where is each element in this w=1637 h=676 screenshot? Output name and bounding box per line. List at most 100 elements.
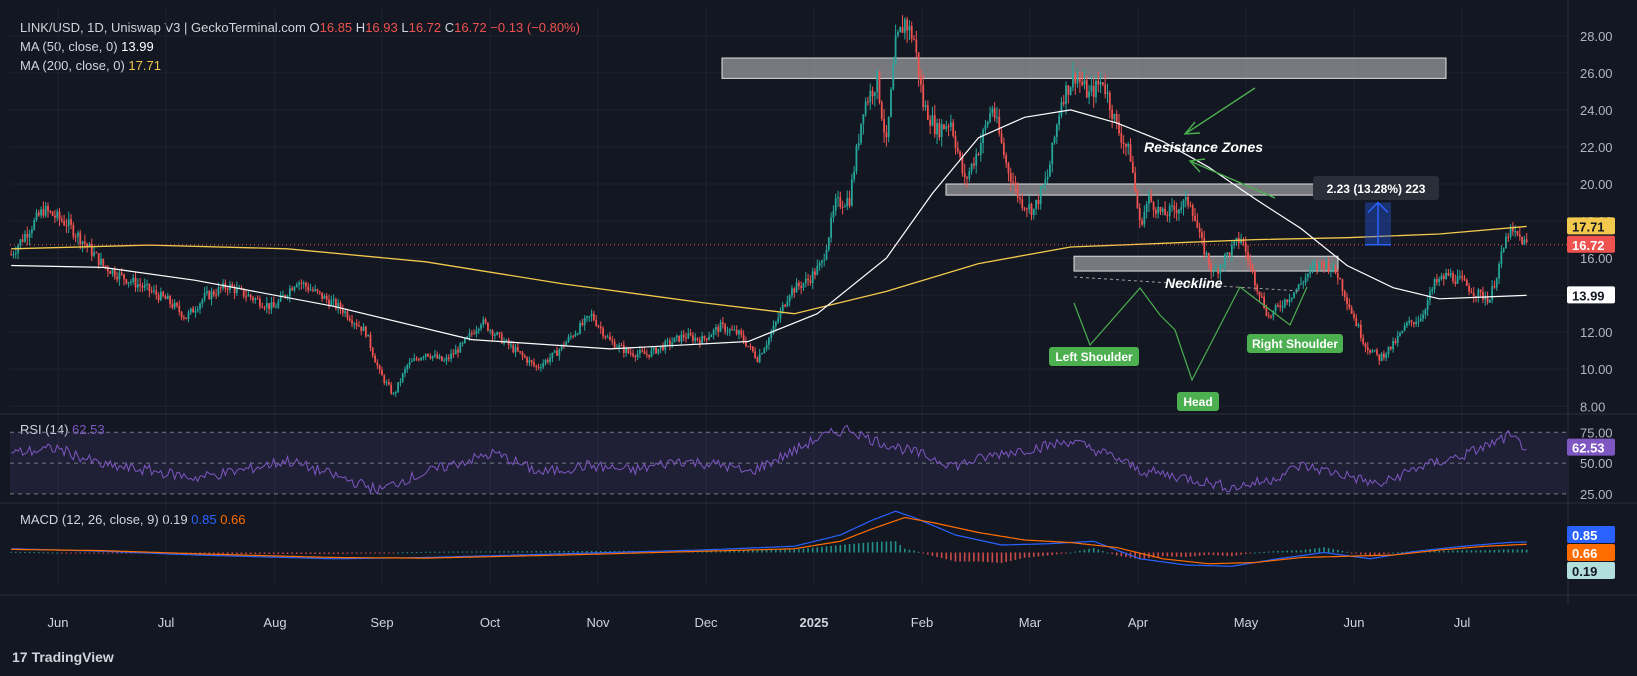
x-tick-label: May xyxy=(1234,615,1259,630)
candle-body xyxy=(920,76,922,85)
candle-body xyxy=(1279,305,1282,308)
candle-body xyxy=(210,291,213,300)
macd-histogram-bar xyxy=(1309,549,1311,553)
candle-body xyxy=(705,338,708,340)
candle-body xyxy=(954,135,957,148)
macd-histogram-bar xyxy=(107,552,109,554)
candle-body xyxy=(510,344,512,346)
ma50-line xyxy=(11,109,1527,350)
candle-body xyxy=(381,369,383,376)
macd-histogram-bar xyxy=(1456,550,1459,553)
resistance-arrowhead xyxy=(1183,121,1201,135)
candle-body xyxy=(567,336,570,342)
macd-histogram-bar xyxy=(503,551,505,553)
candle-body xyxy=(180,311,183,318)
candle-body xyxy=(203,293,206,300)
candle-body xyxy=(1468,285,1471,292)
candle-body xyxy=(1009,173,1012,182)
macd-histogram-bar xyxy=(784,549,786,553)
candle-body xyxy=(321,292,323,299)
candle-body xyxy=(756,357,759,362)
candle-body xyxy=(56,211,59,218)
candle-body xyxy=(150,290,153,292)
macd-histogram-bar xyxy=(1046,552,1049,556)
candle-body xyxy=(1311,266,1314,268)
x-tick-label: Jun xyxy=(1344,615,1365,630)
candle-body xyxy=(325,295,328,300)
candle-body xyxy=(1302,282,1305,284)
macd-histogram-bar xyxy=(438,551,441,553)
candle-body xyxy=(682,334,685,338)
macd-histogram-bar xyxy=(457,551,459,553)
candle-body xyxy=(1500,251,1503,265)
candle-body xyxy=(166,296,169,300)
candle-body xyxy=(477,328,480,331)
resistance-zones xyxy=(721,57,1447,272)
chart-canvas[interactable]: Neckline Left Shoulder Head Right Shoulder R… xyxy=(0,0,1637,676)
candle-body xyxy=(1247,251,1249,261)
candle-body xyxy=(1484,297,1487,300)
candle-body xyxy=(528,360,531,363)
macd-histogram-bar xyxy=(272,552,275,554)
candle-body xyxy=(1088,91,1090,98)
macd-histogram-bar xyxy=(74,552,77,554)
macd-histogram-bar xyxy=(461,551,464,553)
candle-body xyxy=(201,299,204,304)
candle-body xyxy=(109,271,112,274)
macd-histogram-bar xyxy=(1300,550,1302,553)
candle-body xyxy=(1039,187,1042,205)
candle-body xyxy=(546,359,549,362)
y-tick-label: 20.00 xyxy=(1580,177,1613,192)
macd-histogram-bar xyxy=(411,552,413,554)
candle-body xyxy=(758,353,761,362)
macd-histogram-bar xyxy=(254,552,257,554)
candle-body xyxy=(33,219,36,230)
candle-body xyxy=(1401,330,1404,333)
macd-histogram-bar xyxy=(940,552,943,559)
macd-histogram-bar xyxy=(484,551,487,553)
macd-histogram-bar xyxy=(245,552,247,554)
macd-histogram-bar xyxy=(328,552,330,554)
candle-body xyxy=(1505,236,1507,249)
candle-body xyxy=(1334,265,1337,274)
candle-body xyxy=(1196,220,1199,229)
macd-histogram-bar xyxy=(1171,552,1173,557)
candle-body xyxy=(823,259,826,261)
candle-body xyxy=(1339,278,1342,280)
macd-histogram-bar xyxy=(558,551,561,553)
candle-body xyxy=(1270,316,1272,318)
candle-body xyxy=(1408,320,1411,323)
candle-body xyxy=(1267,315,1270,317)
candle-body xyxy=(17,245,19,254)
macd-histogram-bar xyxy=(19,551,22,553)
macd-histogram-bar xyxy=(498,551,501,553)
candle-body xyxy=(215,294,218,296)
macd-histogram-bar xyxy=(572,551,574,553)
candle-body xyxy=(1452,273,1454,282)
candle-body xyxy=(627,348,630,353)
candle-body xyxy=(754,351,757,358)
candle-body xyxy=(1002,142,1005,156)
candle-body xyxy=(1316,264,1318,269)
tradingview-brand[interactable]: 17 TradingView xyxy=(12,649,114,665)
macd-histogram-bar xyxy=(88,552,91,554)
macd-histogram-bar xyxy=(1120,552,1123,557)
candle-body xyxy=(719,322,722,332)
macd-histogram-bar xyxy=(1470,550,1473,553)
candle-body xyxy=(256,298,259,300)
macd-histogram-bar xyxy=(931,552,934,556)
grid-lines xyxy=(0,0,1637,605)
candle-body xyxy=(917,52,920,77)
candle-body xyxy=(1493,286,1496,288)
macd-histogram-bar xyxy=(471,551,473,553)
candle-body xyxy=(120,272,123,275)
candle-body xyxy=(1042,185,1044,188)
ma200-price-tag: 17.71 xyxy=(1572,219,1605,234)
candle-body xyxy=(986,121,989,126)
candle-body xyxy=(422,356,425,358)
candle-body xyxy=(14,253,17,255)
candle-body xyxy=(293,286,296,291)
resistance-zone xyxy=(1073,255,1339,272)
candle-body xyxy=(212,291,215,295)
candle-body xyxy=(696,337,699,340)
